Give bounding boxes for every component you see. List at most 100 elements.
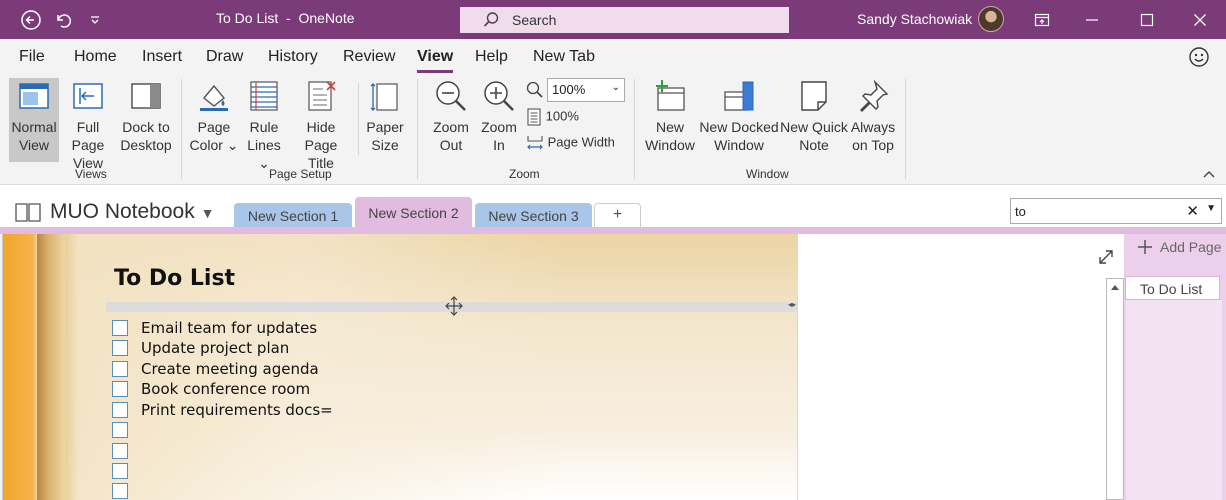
menu-new-tab[interactable]: New Tab: [533, 48, 595, 66]
search-label: Search: [512, 12, 557, 28]
separator: [417, 79, 418, 179]
page-color-button[interactable]: Page Color ⌄: [188, 78, 240, 154]
expand-icon[interactable]: [1097, 248, 1115, 266]
zoom-level-select[interactable]: 100% ⌄: [547, 78, 625, 102]
page-canvas[interactable]: To Do List ◂▸ Email team for updates Upd…: [2, 234, 1124, 500]
separator: [634, 79, 635, 179]
new-quick-note-button[interactable]: New Quick Note: [780, 78, 848, 154]
user-name[interactable]: Sandy Stachowiak: [857, 11, 972, 27]
new-window-button[interactable]: New Window: [642, 78, 698, 154]
paper-size-button[interactable]: Paper Size: [362, 78, 408, 154]
move-handle-icon[interactable]: [445, 296, 463, 316]
todo-checkbox[interactable]: [112, 483, 128, 499]
title-bar: To Do List - OneNote Search Sandy Stacho…: [0, 0, 1226, 39]
paper-size-icon: [370, 83, 398, 111]
minimize-icon[interactable]: [1080, 8, 1104, 32]
rule-lines-icon: [250, 81, 278, 111]
zoom-group-label: Zoom: [509, 167, 540, 181]
page-setup-group-label: Page Setup: [269, 167, 332, 181]
close-icon[interactable]: [1188, 8, 1212, 32]
always-on-top-button[interactable]: Always on Top: [848, 78, 898, 154]
ribbon-display-icon[interactable]: [1030, 8, 1054, 32]
menu-history[interactable]: History: [268, 48, 318, 66]
todo-checkbox[interactable]: [112, 443, 128, 459]
scroll-up-icon[interactable]: [1110, 283, 1120, 291]
todo-checkbox[interactable]: [112, 402, 128, 418]
notebook-icon: [15, 203, 41, 222]
dock-to-desktop-icon: [131, 83, 161, 109]
full-page-view-button[interactable]: Full Page View: [60, 78, 116, 172]
menu-help[interactable]: Help: [475, 48, 508, 66]
menu-home[interactable]: Home: [74, 48, 117, 66]
feedback-smiley-icon[interactable]: [1188, 46, 1210, 68]
separator: [905, 79, 906, 179]
page-color-icon: [200, 84, 228, 111]
menu-view[interactable]: View: [417, 48, 453, 66]
back-icon[interactable]: [18, 7, 44, 33]
undo-icon[interactable]: [50, 7, 76, 33]
rule-lines-button[interactable]: Rule Lines ⌄: [240, 78, 288, 172]
chevron-down-icon: ▼: [200, 205, 215, 221]
page-width-icon: [527, 136, 543, 150]
zoom-out-button[interactable]: Zoom Out: [428, 78, 474, 154]
quick-note-icon: [801, 81, 827, 111]
todo-checkbox[interactable]: [112, 422, 128, 438]
pin-icon: [860, 79, 889, 112]
tab-new-section-2[interactable]: New Section 2: [355, 197, 472, 227]
page-list-item[interactable]: To Do List: [1125, 276, 1220, 300]
active-tab-underline: [417, 70, 453, 73]
menu-file[interactable]: File: [19, 48, 45, 66]
plus-icon: [1138, 240, 1152, 254]
todo-checkbox[interactable]: [112, 463, 128, 479]
add-page-button[interactable]: Add Page: [1136, 238, 1222, 256]
new-docked-window-icon: [724, 81, 754, 111]
page-list-body: [1126, 300, 1222, 500]
hide-page-title-icon: [308, 81, 336, 111]
page-100-icon: [527, 108, 541, 126]
find-input[interactable]: to ✕ ▼: [1010, 198, 1222, 224]
full-page-view-icon: [73, 83, 103, 109]
todo-checkbox[interactable]: [112, 320, 128, 336]
todo-checkbox[interactable]: [112, 381, 128, 397]
page-scrollbar[interactable]: [1106, 278, 1124, 500]
separator: [358, 83, 359, 155]
normal-view-icon: [19, 83, 49, 109]
clear-search-icon[interactable]: ✕: [1186, 202, 1199, 220]
window-group-label: Window: [746, 167, 789, 181]
chevron-down-icon[interactable]: ▼: [1206, 203, 1216, 214]
dock-to-desktop-button[interactable]: Dock to Desktop: [118, 78, 174, 154]
customize-toolbar-icon[interactable]: [82, 7, 108, 33]
zoom-out-icon: [436, 81, 466, 111]
maximize-icon[interactable]: [1135, 8, 1159, 32]
notebook-name[interactable]: MUO Notebook ▼: [50, 200, 214, 224]
menu-insert[interactable]: Insert: [142, 48, 182, 66]
zoom-in-button[interactable]: Zoom In: [476, 78, 522, 154]
menu-bar: File Home Insert Draw History Review Vie…: [0, 39, 1226, 75]
todo-checkbox[interactable]: [112, 340, 128, 356]
notebook-bar: MUO Notebook ▼ New Section 1 New Section…: [0, 185, 1226, 227]
new-window-icon: [656, 80, 685, 111]
avatar[interactable]: [978, 6, 1004, 32]
hide-page-title-button[interactable]: Hide Page Title: [290, 78, 352, 172]
tab-new-section-1[interactable]: New Section 1: [234, 203, 352, 227]
section-color-strip: [0, 227, 1226, 234]
new-docked-window-button[interactable]: New Docked Window: [699, 78, 779, 154]
search-box[interactable]: Search: [460, 7, 789, 33]
todo-checkbox[interactable]: [112, 361, 128, 377]
note-container-handle[interactable]: ◂▸: [106, 296, 798, 316]
add-section-button[interactable]: +: [594, 203, 641, 227]
normal-view-button[interactable]: Normal View: [9, 78, 59, 162]
zoom-100-button[interactable]: 100%: [526, 108, 579, 126]
views-group-label: Views: [75, 167, 107, 181]
menu-draw[interactable]: Draw: [206, 48, 243, 66]
collapse-ribbon-icon[interactable]: [1202, 169, 1216, 179]
separator: [181, 79, 182, 179]
resize-handle-icon[interactable]: ◂▸: [788, 300, 796, 309]
menu-review[interactable]: Review: [343, 48, 395, 66]
ribbon: Normal View Full Page View Dock to Desktop …: [0, 75, 1226, 185]
zoom-in-icon: [484, 81, 514, 111]
page-title[interactable]: To Do List: [114, 266, 235, 291]
chevron-down-icon: ⌄: [611, 82, 620, 93]
page-width-button[interactable]: Page Width: [526, 134, 615, 152]
tab-new-section-3[interactable]: New Section 3: [475, 203, 592, 227]
